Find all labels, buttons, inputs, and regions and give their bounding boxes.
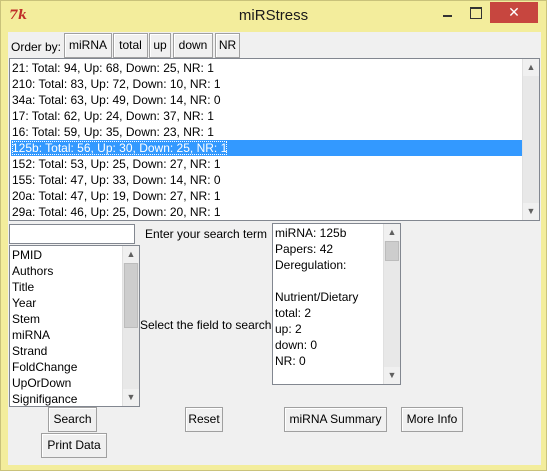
detail-line-text: NR: 0 (275, 354, 306, 368)
field-list-item-text: Signifigance (12, 392, 78, 406)
result-list-item[interactable]: 34a: Total: 63, Up: 49, Down: 14, NR: 0 (11, 92, 522, 108)
result-list-item[interactable]: 125b: Total: 56, Up: 30, Down: 25, NR: 1 (11, 140, 522, 156)
order-down-button[interactable]: down (173, 33, 213, 58)
result-list-item-text: 152: Total: 53, Up: 25, Down: 27, NR: 1 (12, 157, 221, 171)
scroll-up-arrow-icon[interactable]: ▲ (123, 246, 139, 263)
field-list-item[interactable]: Signifigance (11, 391, 122, 406)
result-list-item[interactable]: 152: Total: 53, Up: 25, Down: 27, NR: 1 (11, 156, 522, 172)
field-list-item-text: miRNA (12, 328, 50, 342)
order-total-button[interactable]: total (113, 33, 148, 58)
scroll-down-arrow-icon[interactable]: ▼ (384, 367, 400, 384)
field-list-item[interactable]: Year (11, 295, 122, 311)
field-list-item[interactable]: miRNA (11, 327, 122, 343)
field-list-item-text: Strand (12, 344, 48, 358)
client-area: Order by: miRNA total up down NR 21: Tot… (8, 32, 541, 465)
field-scrollbar[interactable]: ▲ ▼ (122, 246, 139, 406)
field-rows: PMID Authors Title Year Stem miRNA Strand FoldC… (11, 247, 122, 406)
result-list-item-text: 16: Total: 59, Up: 35, Down: 23, NR: 1 (12, 125, 214, 139)
result-list-item-text: 210: Total: 83, Up: 72, Down: 10, NR: 1 (12, 77, 221, 91)
field-list-item-text: Title (12, 280, 35, 294)
field-list-item-text: Year (12, 296, 37, 310)
detail-line-text: miRNA: 125b (275, 226, 347, 240)
app-window: 7k miRStress ✕ Order by: miRNA total up … (0, 0, 547, 471)
field-list-item-text: UpOrDown (12, 376, 72, 390)
detail-line-text: total: 2 (275, 306, 312, 320)
result-list-item-text: 17: Total: 62, Up: 24, Down: 37, NR: 1 (12, 109, 214, 123)
search-button[interactable]: Search (48, 407, 97, 432)
detail-line[interactable]: down: 0 (274, 337, 383, 353)
minimize-button[interactable] (434, 2, 461, 23)
print-data-button[interactable]: Print Data (41, 433, 107, 458)
detail-line-text: up: 2 (275, 322, 302, 336)
result-list-item-text: 125b: Total: 56, Up: 30, Down: 25, NR: 1 (12, 141, 228, 155)
field-select-label: Select the field to search (140, 318, 272, 332)
details-scroll-thumb[interactable] (385, 241, 399, 261)
detail-line-text: Nutrient/Dietary (275, 290, 359, 304)
more-info-button[interactable]: More Info (401, 407, 463, 432)
field-list-item[interactable]: Strand (11, 343, 122, 359)
detail-line[interactable]: Deregulation: (274, 257, 383, 273)
field-list-item[interactable]: Title (11, 279, 122, 295)
result-list-item-text: 21: Total: 94, Up: 68, Down: 25, NR: 1 (12, 61, 214, 75)
field-list-item-text: PMID (12, 248, 42, 262)
search-prompt-label: Enter your search term (145, 227, 268, 241)
field-scroll-thumb[interactable] (124, 263, 138, 328)
result-list-item[interactable]: 29a: Total: 46, Up: 25, Down: 20, NR: 1 (11, 204, 522, 220)
details-listbox[interactable]: miRNA: 125b Papers: 42 Deregulation: Nutrie… (272, 223, 401, 385)
field-list-item[interactable]: FoldChange (11, 359, 122, 375)
field-list-item-text: Authors (12, 264, 54, 278)
result-list-item[interactable]: 20a: Total: 47, Up: 19, Down: 27, NR: 1 (11, 188, 522, 204)
field-list-item[interactable]: Authors (11, 263, 122, 279)
reset-button[interactable]: Reset (185, 407, 223, 432)
detail-line[interactable]: Papers: 42 (274, 241, 383, 257)
detail-line-text: Deregulation: (275, 258, 347, 272)
close-button[interactable]: ✕ (490, 2, 538, 23)
order-nr-button[interactable]: NR (215, 33, 240, 58)
details-scrollbar[interactable]: ▲ ▼ (383, 224, 400, 384)
detail-line[interactable]: total: 2 (274, 305, 383, 321)
result-list-item-text: 155: Total: 47, Up: 33, Down: 14, NR: 0 (12, 173, 221, 187)
order-up-button[interactable]: up (149, 33, 171, 58)
result-list-item[interactable]: 17: Total: 62, Up: 24, Down: 37, NR: 1 (11, 108, 522, 124)
detail-line[interactable]: up: 2 (274, 321, 383, 337)
maximize-button[interactable] (462, 2, 489, 23)
detail-line[interactable] (274, 273, 383, 289)
detail-line[interactable]: Nutrient/Dietary (274, 289, 383, 305)
details-rows: miRNA: 125b Papers: 42 Deregulation: Nutrie… (274, 225, 383, 369)
result-list-item[interactable]: 155: Total: 47, Up: 33, Down: 14, NR: 0 (11, 172, 522, 188)
detail-line[interactable]: miRNA: 125b (274, 225, 383, 241)
results-scrollbar[interactable]: ▲ ▼ (522, 59, 539, 220)
field-list-item[interactable]: UpOrDown (11, 375, 122, 391)
title-bar[interactable]: 7k miRStress ✕ (1, 1, 546, 32)
result-list-item[interactable]: 210: Total: 83, Up: 72, Down: 10, NR: 1 (11, 76, 522, 92)
scroll-up-arrow-icon[interactable]: ▲ (384, 224, 400, 241)
result-list-item-text: 34a: Total: 63, Up: 49, Down: 14, NR: 0 (12, 93, 221, 107)
scroll-up-arrow-icon[interactable]: ▲ (523, 59, 539, 76)
result-list-item-text: 29a: Total: 46, Up: 25, Down: 20, NR: 1 (12, 205, 221, 219)
order-mirna-button[interactable]: miRNA (64, 33, 112, 58)
detail-line[interactable]: NR: 0 (274, 353, 383, 369)
detail-line-text: Papers: 42 (275, 242, 334, 256)
scroll-down-arrow-icon[interactable]: ▼ (523, 203, 539, 220)
result-list-item-text: 20a: Total: 47, Up: 19, Down: 27, NR: 1 (12, 189, 221, 203)
field-list-item-text: FoldChange (12, 360, 78, 374)
mirna-summary-button[interactable]: miRNA Summary (284, 407, 387, 432)
field-list-item[interactable]: PMID (11, 247, 122, 263)
results-rows: 21: Total: 94, Up: 68, Down: 25, NR: 1 21… (11, 60, 522, 220)
field-list-item-text: Stem (12, 312, 41, 326)
field-listbox[interactable]: PMID Authors Title Year Stem miRNA Strand FoldC… (9, 245, 140, 407)
field-list-item[interactable]: Stem (11, 311, 122, 327)
scroll-down-arrow-icon[interactable]: ▼ (123, 389, 139, 406)
detail-line-text: down: 0 (275, 338, 318, 352)
search-input[interactable] (9, 224, 135, 244)
result-list-item[interactable]: 16: Total: 59, Up: 35, Down: 23, NR: 1 (11, 124, 522, 140)
results-listbox[interactable]: 21: Total: 94, Up: 68, Down: 25, NR: 1 21… (9, 58, 540, 221)
result-list-item[interactable]: 21: Total: 94, Up: 68, Down: 25, NR: 1 (11, 60, 522, 76)
order-by-label: Order by: (11, 40, 62, 54)
